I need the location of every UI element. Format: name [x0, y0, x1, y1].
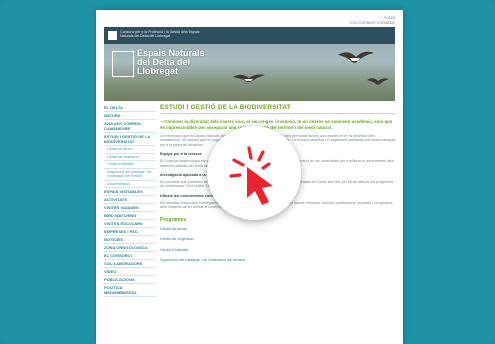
top-links[interactable]: Accés Inici Contacte Contactar: [350, 15, 395, 25]
sidebar-subitem[interactable]: Seguiment del paisatge i de l'ordenació …: [104, 169, 156, 181]
sidebar-item[interactable]: ACTIVITATS: [104, 196, 156, 204]
site-logo-icon: [112, 51, 134, 77]
sidebar-item[interactable]: PUBLICACIONS: [104, 276, 156, 284]
gov-logo-icon: [108, 31, 117, 40]
click-overlay-badge: [207, 126, 301, 220]
sidebar-nav: EL DELTA NATURA 2019 ANY CORRIOL CAMANEG…: [104, 104, 156, 297]
sidebar-item[interactable]: EMPRESES I RSC: [104, 228, 156, 236]
flying-bird-icon: [367, 78, 389, 85]
sidebar-item[interactable]: COL·LABORADORS: [104, 260, 156, 268]
click-cursor-icon: [229, 146, 273, 205]
program-link[interactable]: Gestió d'hàbitats: [160, 248, 396, 253]
sidebar-item[interactable]: BIRD WATCHING: [104, 212, 156, 220]
flying-bird-icon: [233, 74, 265, 83]
gov-name: Consorci per a la Protecció i la Gestió …: [120, 30, 200, 38]
sidebar-item[interactable]: VÍDEO: [104, 268, 156, 276]
page-title: ESTUDI I GESTIÓ DE LA BIODIVERSITAT: [160, 104, 396, 114]
sidebar-item[interactable]: ZONA ORNITOLÒGICA: [104, 244, 156, 252]
sidebar-subitem[interactable]: Gestió de vegetació: [104, 154, 156, 161]
sidebar-item[interactable]: ESPAIS VISITABLES: [104, 188, 156, 196]
flying-bird-icon: [338, 51, 374, 63]
card-background: Accés Inici Contacte Contactar Consorci …: [0, 0, 495, 344]
sidebar-item-active[interactable]: ESTUDI I GESTIÓ DE LA BIODIVERSITAT: [104, 133, 156, 146]
top-link-nav[interactable]: Inici Contacte Contactar: [350, 20, 395, 25]
sidebar-item[interactable]: NATURA: [104, 112, 156, 120]
program-link[interactable]: Gestió de fauna: [160, 227, 396, 232]
sidebar-subitem[interactable]: Documentació: [104, 181, 156, 188]
gov-bar: Consorci per a la Protecció i la Gestió …: [104, 27, 395, 44]
sidebar-item[interactable]: EL CONSORCI: [104, 252, 156, 260]
sidebar-subitem[interactable]: Gestió d'hàbitats: [104, 161, 156, 169]
sidebar-item[interactable]: VISITES GUIADES: [104, 204, 156, 212]
sidebar-item[interactable]: VISITES ESCOLARS: [104, 220, 156, 228]
site-banner: Consorci per a la Protecció i la Gestió …: [104, 27, 395, 101]
sidebar-item[interactable]: 2019 ANY CORRIOL CAMANEGRE: [104, 120, 156, 133]
site-title[interactable]: Espais Naturals del Delta del Llobregat: [137, 49, 217, 76]
sidebar-item[interactable]: EL DELTA: [104, 104, 156, 112]
program-link[interactable]: Gestió de vegetació: [160, 237, 396, 242]
sidebar-subitem[interactable]: Gestió de fauna: [104, 146, 156, 154]
sidebar-item[interactable]: NOTÍCIES: [104, 236, 156, 244]
sidebar-item[interactable]: POLÍTICA MEDIAMBIENTAL: [104, 284, 156, 297]
program-link[interactable]: Seguiment del paisatge i de l'ordenació …: [160, 258, 396, 263]
